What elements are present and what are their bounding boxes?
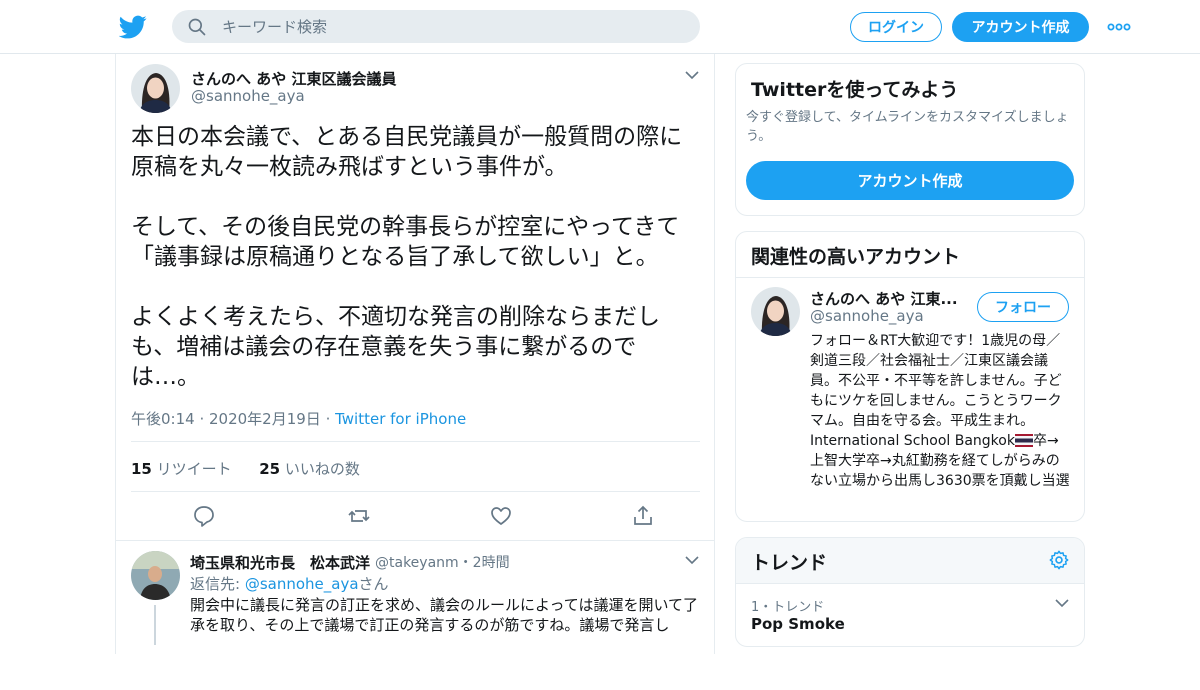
like-heart-icon[interactable] [489, 504, 513, 528]
trend-rank: 1・トレンド [751, 600, 825, 615]
divider [736, 277, 1084, 278]
avatar[interactable] [131, 64, 180, 113]
profile-photo [131, 551, 180, 600]
search-input[interactable] [222, 10, 682, 43]
twitter-bird-icon[interactable] [119, 13, 147, 41]
like-label: いいねの数 [284, 460, 360, 478]
reply-author-name[interactable]: 埼玉県和光市長 松本武洋 [190, 552, 370, 573]
related-account-name[interactable]: さんのへ あや 江東... [810, 288, 958, 309]
reply-text: 開会中に議長に発言の訂正を求め、議会のルールによっては議運を開いて了承を取り、そ… [190, 596, 699, 634]
thread-line [154, 605, 156, 645]
reply-tweet[interactable]: 埼玉県和光市長 松本武洋 @takeyanm・2時間 返信先: @sannohe… [116, 540, 714, 690]
thailand-flag-icon [1014, 434, 1033, 447]
related-account-bio: フォロー＆RT大歓迎です！1歳児の母／剣道三段／社会福祉士／江東区議会議員。不公… [810, 331, 1072, 491]
like-count: 25 [259, 460, 281, 478]
divider [131, 441, 700, 442]
reply-author-handle[interactable]: @takeyanm・2時間 [375, 552, 510, 572]
avatar[interactable] [751, 287, 800, 336]
reply-to-handle-link[interactable]: @sannohe_aya [245, 575, 359, 593]
follow-button[interactable]: フォロー [977, 292, 1069, 322]
reply-handle[interactable]: @takeyanm [375, 555, 459, 571]
like-stat[interactable]: 25 いいねの数 [259, 460, 360, 478]
related-account-handle[interactable]: @sannohe_aya [810, 307, 924, 325]
reply-icon[interactable] [192, 504, 216, 528]
author-handle[interactable]: @sannohe_aya [191, 87, 305, 105]
retweet-icon[interactable] [347, 504, 371, 528]
search-icon [188, 18, 206, 36]
author-name[interactable]: さんのへ あや 江東区議会議員 [191, 68, 396, 89]
profile-photo [751, 287, 800, 336]
chevron-down-icon[interactable] [684, 70, 700, 80]
tweet-column: さんのへ あや 江東区議会議員 @sannohe_aya 本日の本会議で、とある… [115, 54, 715, 654]
signup-button[interactable]: アカウント作成 [952, 12, 1089, 42]
avatar[interactable] [131, 551, 180, 600]
signup-card: Twitterを使ってみよう 今すぐ登録して、タイムラインをカスタマイズしましょ… [735, 63, 1085, 216]
related-accounts-card: 関連性の高いアカウント さんのへ あや 江東... @sannohe_aya フ… [735, 231, 1085, 522]
login-button[interactable]: ログイン [850, 12, 942, 42]
reply-time[interactable]: ・2時間 [459, 555, 510, 571]
signup-card-title: Twitterを使ってみよう [751, 79, 959, 101]
search-box[interactable] [172, 10, 700, 43]
chevron-down-icon[interactable] [1054, 598, 1070, 608]
trends-title: トレンド [751, 552, 828, 574]
reply-to-line: 返信先: @sannohe_ayaさん [190, 573, 389, 594]
retweet-stat[interactable]: 15 リツイート [131, 460, 232, 478]
tweet-stats: 15 リツイート 25 いいねの数 [131, 458, 360, 479]
share-icon[interactable] [631, 504, 655, 528]
tweet-source-link[interactable]: Twitter for iPhone [335, 410, 466, 428]
trend-name[interactable]: Pop Smoke [751, 615, 845, 633]
chevron-down-icon[interactable] [684, 555, 700, 565]
more-options-icon[interactable] [1107, 22, 1131, 32]
profile-photo [131, 64, 180, 113]
tweet-text: 本日の本会議で、とある自民党議員が一般質問の際に原稿を丸々一枚読み飛ばすという事… [131, 124, 683, 390]
reply-to-prefix: 返信先: [190, 575, 245, 593]
bio-text: フォロー＆RT大歓迎です！1歳児の母／剣道三段／社会福祉士／江東区議会議員。不公… [810, 333, 1062, 449]
retweet-count: 15 [131, 460, 152, 478]
reply-to-suffix: さん [358, 575, 389, 593]
signup-description: 今すぐ登録して、タイムラインをカスタマイズしましょう。 [746, 110, 1069, 144]
retweet-label: リツイート [156, 460, 232, 478]
tweet-meta: 午後0:14 · 2020年2月19日 · Twitter for iPhone [131, 408, 466, 429]
top-navigation-bar: ログイン アカウント作成 [0, 0, 1200, 54]
trends-card: トレンド 1・トレンド Pop Smoke [735, 537, 1085, 647]
tweet-actions [131, 502, 701, 530]
tweet-timestamp[interactable]: 午後0:14 · 2020年2月19日 [131, 410, 321, 428]
related-card-title: 関連性の高いアカウント [751, 246, 961, 268]
meta-separator: · [320, 410, 336, 428]
divider [131, 491, 700, 492]
trends-header: トレンド [736, 538, 1084, 583]
divider [736, 583, 1084, 584]
gear-icon[interactable] [1048, 549, 1070, 571]
signup-card-button[interactable]: アカウント作成 [746, 161, 1074, 200]
